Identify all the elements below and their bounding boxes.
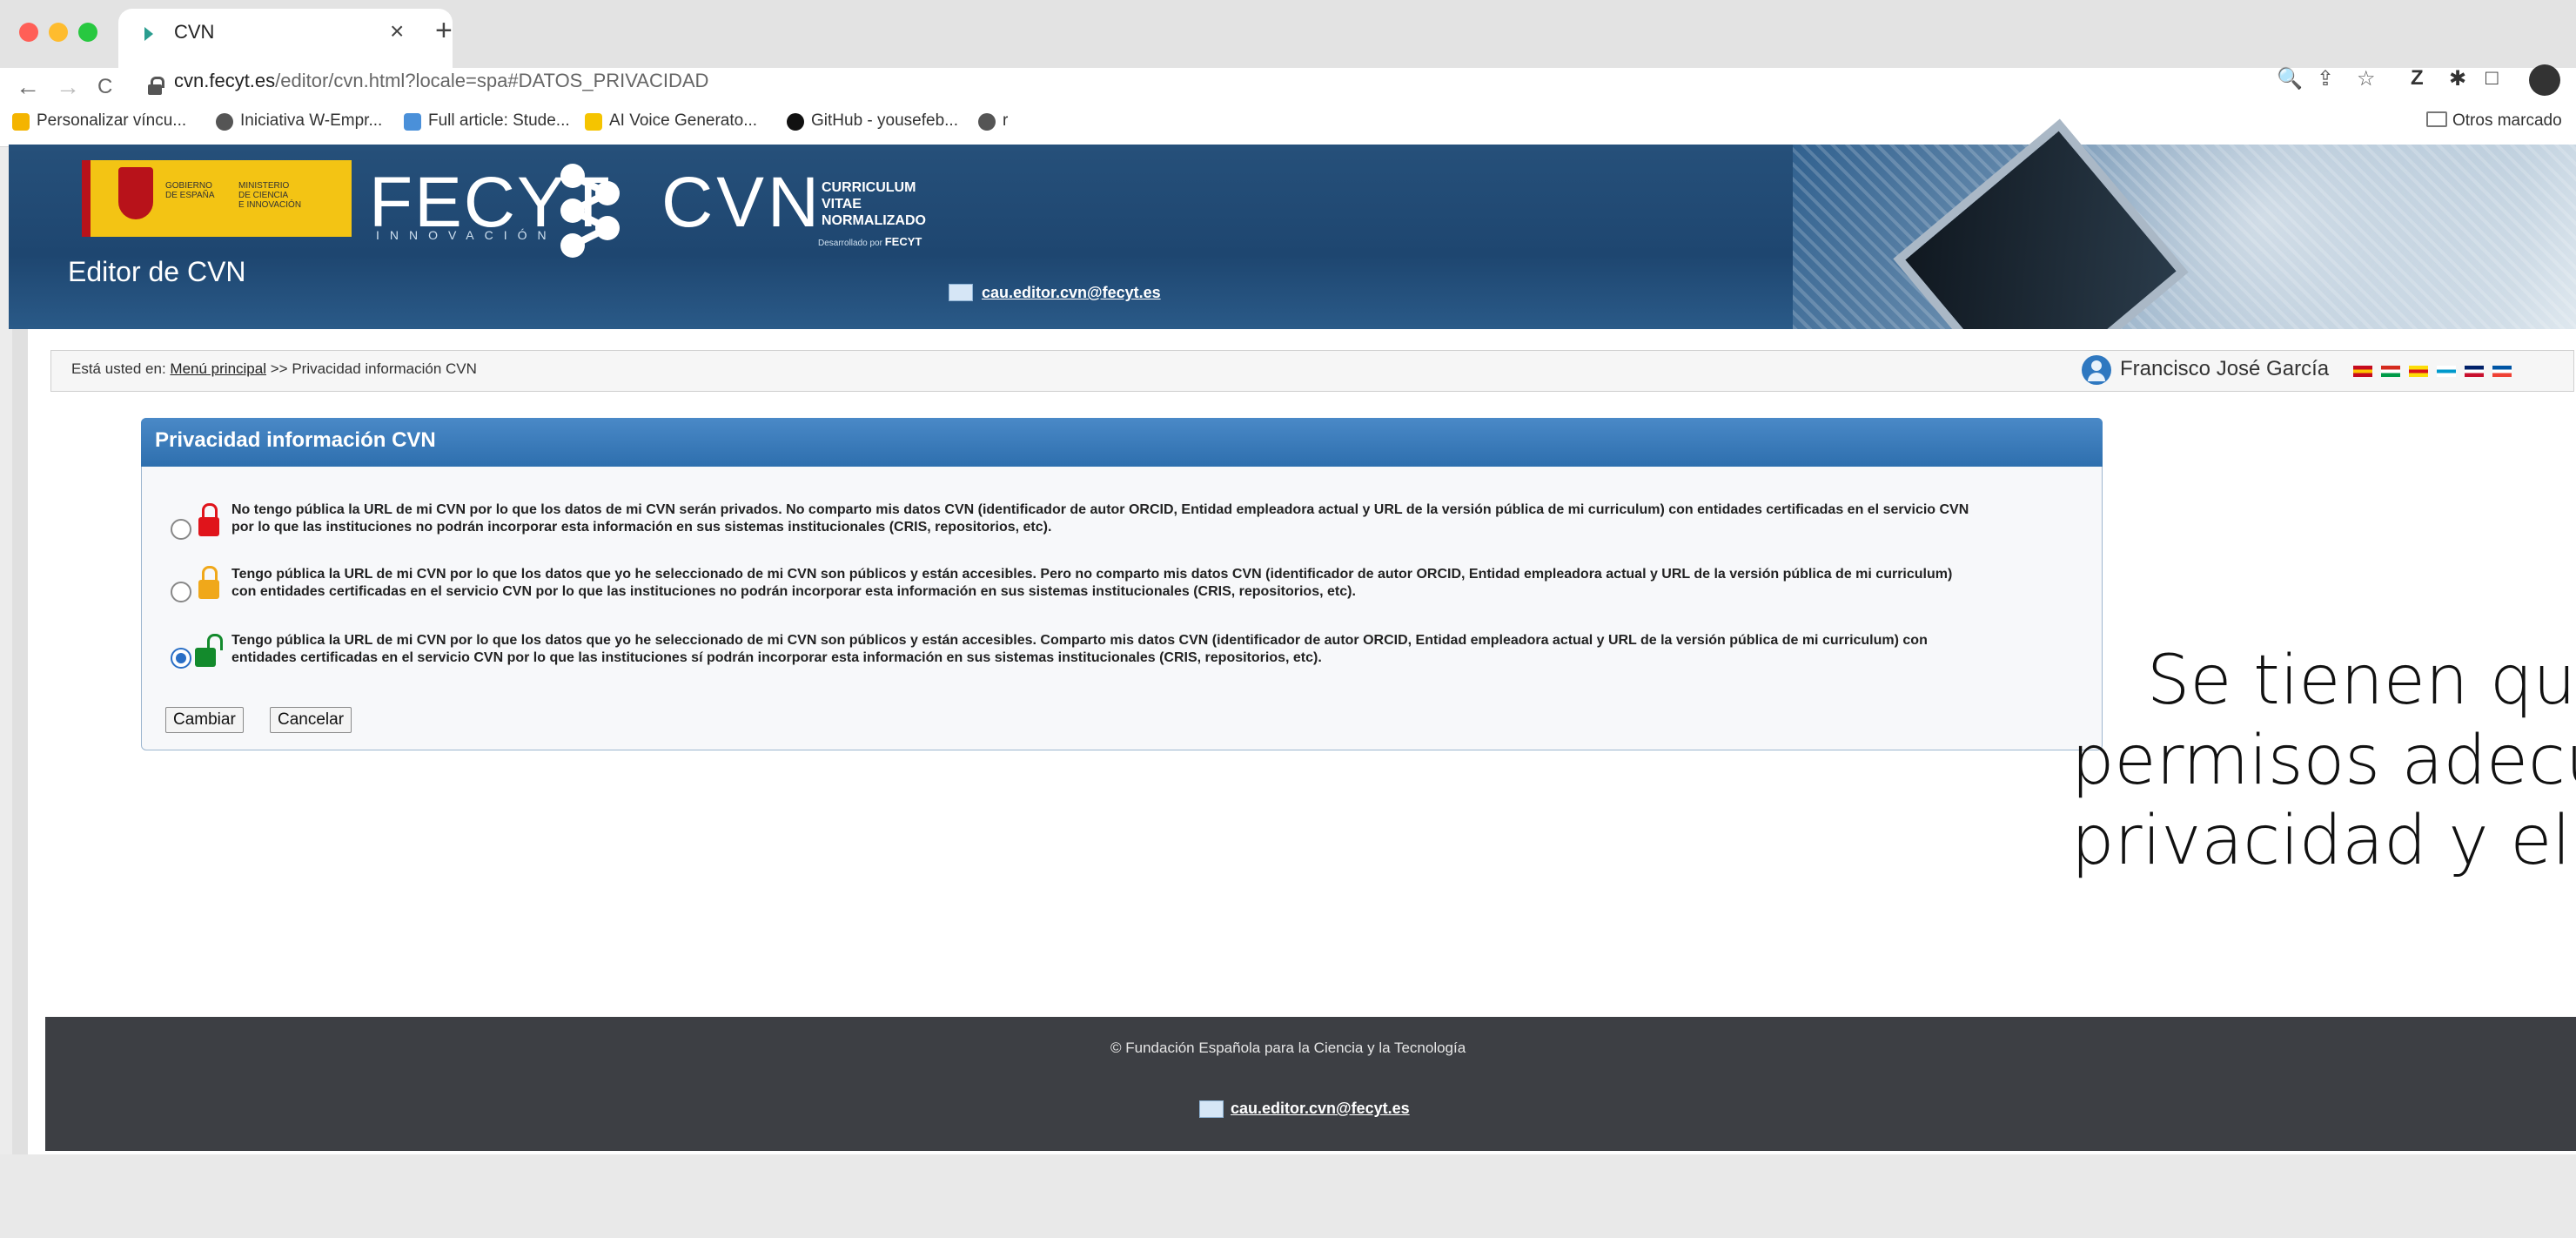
voice-icon	[585, 113, 602, 131]
gobierno-text: GOBIERNO DE ESPAÑA	[165, 181, 215, 200]
user-avatar-icon[interactable]	[2082, 355, 2111, 385]
globe-icon	[216, 113, 233, 131]
mail-icon	[1199, 1100, 1224, 1118]
other-bookmarks-label: Otros marcado	[2452, 111, 2562, 130]
privacy-option-public-shared-radio[interactable]	[171, 648, 191, 669]
globe-icon	[978, 113, 996, 131]
bookmark-item[interactable]: Full article: Stude...	[428, 111, 570, 131]
bookmark-item[interactable]: Personalizar víncu...	[37, 111, 186, 131]
language-flag-gl-icon[interactable]	[2437, 366, 2456, 377]
cvn-logo: CVN	[661, 163, 823, 242]
cvn-developer: Desarrollado por FECYT	[818, 235, 922, 248]
cvn-full-name: CURRICULUM VITAE NORMALIZADO	[822, 180, 926, 228]
coat-of-arms-icon	[118, 167, 153, 219]
language-flag-eu-icon[interactable]	[2381, 366, 2400, 377]
overlay-line: permisos adecu	[2071, 722, 2576, 800]
change-button[interactable]: Cambiar	[165, 707, 244, 733]
bookmark-item[interactable]: GitHub - yousefeb...	[811, 111, 958, 131]
language-flag-ca-icon[interactable]	[2409, 366, 2428, 377]
star-icon[interactable]: ☆	[2357, 66, 2376, 91]
close-window-icon[interactable]	[19, 23, 38, 42]
profile-icon[interactable]	[2529, 64, 2560, 96]
forward-icon[interactable]: →	[56, 73, 80, 101]
footer-email-link[interactable]: cau.editor.cvn@fecyt.es	[1231, 1100, 1410, 1118]
reload-icon[interactable]: C	[97, 75, 112, 99]
url-path: /editor/cvn.html?locale=spa#DATOS_PRIVAC…	[275, 70, 709, 91]
minimize-window-icon[interactable]	[49, 23, 68, 42]
privacy-option-private-radio[interactable]	[171, 519, 191, 540]
url-domain: cvn.fecyt.es	[174, 70, 276, 91]
user-name[interactable]: Francisco José García	[2120, 357, 2329, 381]
lock-icon[interactable]	[148, 77, 164, 95]
tab-title: CVN	[174, 21, 215, 43]
maximize-window-icon[interactable]	[78, 23, 97, 42]
bookmark-item[interactable]: r	[1003, 111, 1008, 131]
language-flag-es-icon[interactable]	[2353, 366, 2372, 377]
new-tab-icon[interactable]: +	[435, 14, 453, 48]
cvn-favicon-icon	[144, 27, 153, 41]
breadcrumb-prefix: Está usted en:	[71, 360, 166, 377]
breadcrumb-separator: >>	[270, 360, 288, 377]
share-icon[interactable]: ⇪	[2317, 66, 2334, 91]
address-bar[interactable]: cvn.fecyt.es/editor/cvn.html?locale=spa#…	[174, 70, 708, 92]
github-icon	[787, 113, 804, 131]
site-footer	[45, 1017, 2576, 1151]
red-padlock-icon	[198, 503, 219, 536]
window-icon[interactable]: □	[2485, 66, 2499, 91]
overlay-line: Se tienen qu	[2146, 642, 2576, 720]
back-icon[interactable]: ←	[16, 73, 40, 101]
footer-copyright: © Fundación Española para la Ciencia y l…	[1110, 1040, 1466, 1056]
overlay-caption: Se tienen qu permisos adecu privacidad y…	[2071, 641, 2576, 881]
privacy-option-private-text: No tengo pública la URL de mi CVN por lo…	[231, 502, 1969, 535]
apps-grid-icon	[12, 113, 30, 131]
breadcrumb: Está usted en: Menú principal >> Privaci…	[71, 360, 477, 378]
content-edge	[12, 329, 28, 1154]
language-flag-fr-icon[interactable]	[2492, 366, 2512, 377]
cvn-dev-prefix: Desarrollado por	[818, 239, 882, 248]
header-banner-image	[1793, 145, 2576, 329]
page-bottom	[0, 1154, 2576, 1238]
bookmark-item[interactable]: AI Voice Generato...	[609, 111, 757, 131]
puzzle-icon[interactable]: ✱	[2449, 66, 2466, 91]
other-bookmarks[interactable]: Otros marcado	[2426, 111, 2562, 131]
overlay-line: privacidad y el O	[2071, 802, 2576, 880]
cvn-dev-brand: FECYT	[884, 235, 922, 248]
fecyt-molecule-icon	[560, 164, 620, 258]
article-icon	[404, 113, 421, 131]
tab-close-icon[interactable]: ×	[390, 17, 404, 45]
search-icon[interactable]: 🔍	[2277, 66, 2303, 91]
breadcrumb-home-link[interactable]: Menú principal	[170, 360, 266, 377]
language-flag-en-icon[interactable]	[2465, 366, 2484, 377]
bookmarks-bar	[0, 108, 2576, 147]
green-padlock-icon	[195, 634, 223, 667]
privacy-option-public-not-shared-text: Tengo pública la URL de mi CVN por lo qu…	[231, 567, 1953, 599]
cancel-button[interactable]: Cancelar	[270, 707, 352, 733]
privacy-option-public-shared-text: Tengo pública la URL de mi CVN por lo qu…	[231, 633, 1928, 665]
breadcrumb-current: Privacidad información CVN	[292, 360, 477, 377]
privacy-option-public-not-shared-radio[interactable]	[171, 582, 191, 602]
bookmark-item[interactable]: Iniciativa W-Empr...	[240, 111, 382, 131]
orange-padlock-icon	[198, 566, 219, 599]
extension-z-icon[interactable]: Z	[2411, 66, 2424, 91]
privacy-panel-title: Privacidad información CVN	[155, 428, 436, 452]
editor-title: Editor de CVN	[68, 256, 246, 287]
header-email-link[interactable]: cau.editor.cvn@fecyt.es	[982, 284, 1161, 302]
ministerio-text: MINISTERIO DE CIENCIA E INNOVACIÓN	[238, 181, 302, 210]
folder-icon	[2426, 111, 2447, 127]
fecyt-subtitle: INNOVACIÓN	[376, 228, 557, 242]
mail-icon	[949, 284, 973, 301]
